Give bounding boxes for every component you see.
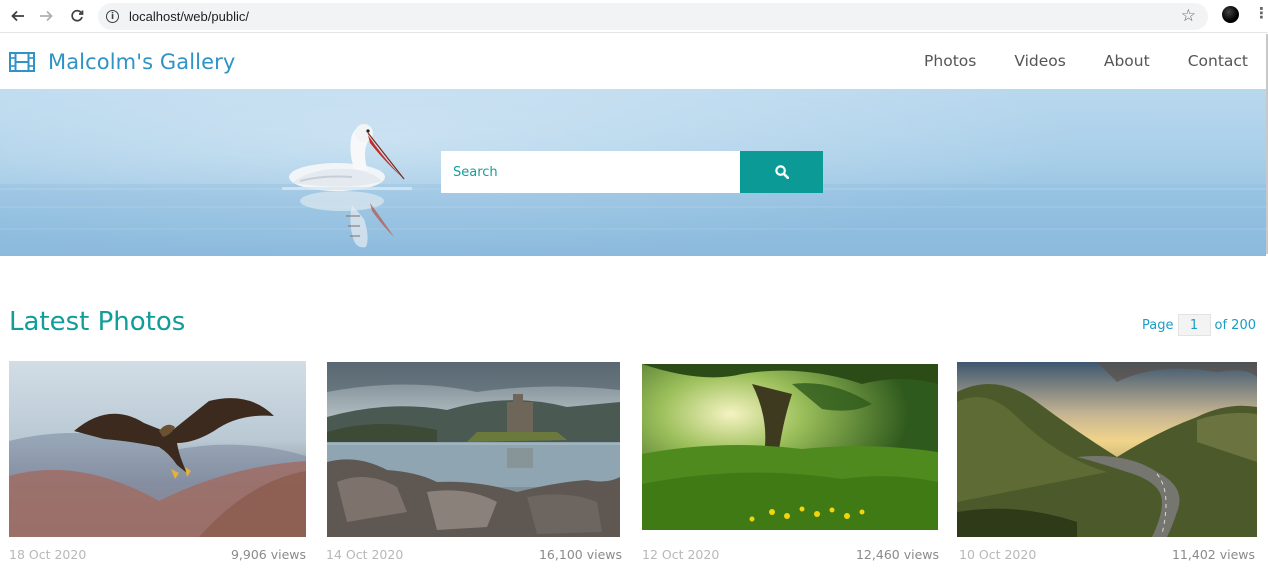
castle-photo: [327, 362, 620, 537]
film-icon: [9, 52, 35, 72]
photo-date: 14 Oct 2020: [326, 547, 404, 562]
pelican-image: [282, 124, 412, 248]
photo-card-forest[interactable]: [642, 364, 938, 530]
bookmark-star-icon[interactable]: ☆: [1181, 6, 1196, 26]
photo-views: 12,460 views: [855, 547, 939, 562]
page-total: of 200: [1214, 317, 1256, 333]
photo-date: 12 Oct 2020: [642, 547, 720, 562]
eagle-photo: [9, 361, 306, 537]
nav-contact[interactable]: Contact: [1188, 52, 1248, 70]
brand-name[interactable]: Malcolm's Gallery: [48, 50, 235, 74]
photo-date: 10 Oct 2020: [959, 547, 1037, 562]
page-number-input[interactable]: [1177, 314, 1211, 336]
hero-banner: [0, 89, 1266, 256]
brand[interactable]: Malcolm's Gallery: [9, 50, 235, 74]
nav-photos[interactable]: Photos: [924, 52, 976, 70]
browser-menu-icon[interactable]: ⋮: [1254, 6, 1268, 21]
site-info-icon[interactable]: i: [106, 10, 119, 23]
photo-views: 16,100 views: [538, 547, 622, 562]
photo-views: 11,402 views: [1171, 547, 1255, 562]
valley-road-photo: [957, 362, 1257, 537]
photo-views: 9,906 views: [230, 547, 306, 562]
forward-arrow-icon[interactable]: [33, 3, 59, 29]
photo-card-castle[interactable]: [327, 362, 620, 537]
nav-videos[interactable]: Videos: [1014, 52, 1066, 70]
address-bar[interactable]: i localhost/web/public/ ☆: [98, 3, 1208, 30]
search-input[interactable]: [441, 151, 740, 193]
back-arrow-icon[interactable]: [5, 3, 31, 29]
main-nav: Photos Videos About Contact: [886, 52, 1248, 70]
profile-avatar-icon[interactable]: [1222, 6, 1239, 23]
section-title: Latest Photos: [9, 307, 186, 337]
reload-icon[interactable]: [64, 3, 90, 29]
forest-photo: [642, 364, 938, 530]
browser-toolbar: i localhost/web/public/ ☆ ⋮: [0, 0, 1268, 33]
photo-date: 18 Oct 2020: [9, 547, 87, 562]
url-text[interactable]: localhost/web/public/: [129, 9, 249, 24]
search-button[interactable]: [740, 151, 823, 193]
search-icon: [774, 165, 789, 179]
photo-card-valley[interactable]: [957, 362, 1257, 537]
site-navbar: Malcolm's Gallery Photos Videos About Co…: [0, 34, 1266, 89]
pagination: Page of 200: [1142, 314, 1256, 336]
page-label: Page: [1142, 317, 1174, 333]
nav-about[interactable]: About: [1104, 52, 1150, 70]
photo-card-eagle[interactable]: [9, 361, 306, 537]
